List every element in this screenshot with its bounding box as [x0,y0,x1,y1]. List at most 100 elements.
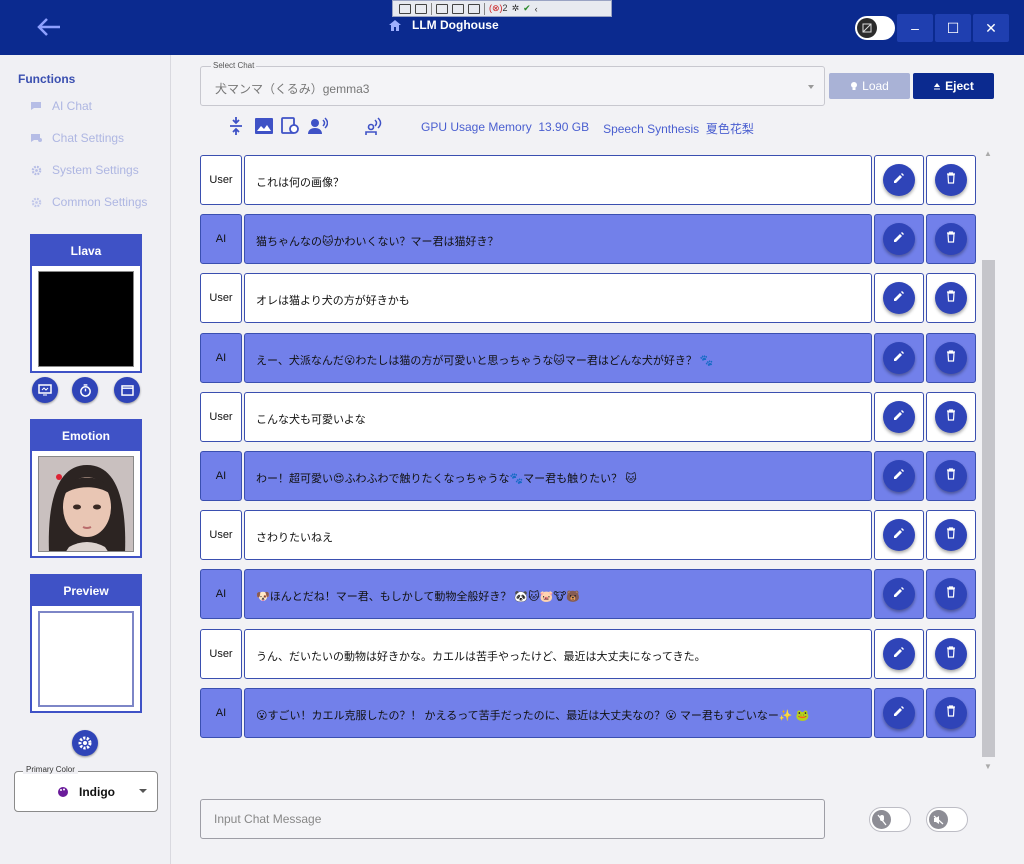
error-badge[interactable]: (⊗)2 [489,3,508,14]
trash-icon [946,526,956,544]
edit-message-button[interactable] [883,696,915,729]
edit-message-button[interactable] [883,637,915,670]
live-tree-icon[interactable] [399,3,411,14]
screen-capture-button[interactable] [32,377,58,403]
chat-message-input[interactable] [200,799,825,839]
video-icon[interactable] [415,3,427,14]
delete-message-button[interactable] [935,460,967,492]
functions-title: Functions [18,72,76,86]
gear-icon [78,736,92,750]
message-text[interactable]: 🐶ほんとだね！マー君、もしかして動物全般好き？ 🐼🐱🐷🐮🐻 [244,569,872,620]
dark-mode-icon [857,18,877,38]
edit-message-button[interactable] [883,341,915,374]
trash-icon [946,645,956,663]
maximize-button[interactable]: ☐ [935,14,971,42]
scroll-up-icon[interactable]: ▲ [984,149,992,158]
edit-message-button[interactable] [883,282,915,315]
error-count: 2 [502,3,508,13]
theme-toggle[interactable] [855,16,895,40]
sidebar-item-chat-settings[interactable]: Chat Settings [30,131,124,145]
eject-button[interactable]: Eject [913,73,994,99]
message-text[interactable]: 😮すごい！カエル克服したの？！ かえるって苦手だったのに、最近は大丈夫なの？😮 … [244,687,872,738]
edit-message-button[interactable] [883,223,915,256]
delete-message-button[interactable] [935,696,967,729]
message-text[interactable]: これは何の画像？ [244,155,872,205]
select-chat-dropdown[interactable]: Select Chat 犬マンマ（くるみ）gemma3 [200,61,825,106]
delete-message-button[interactable] [935,282,967,315]
close-button[interactable]: ✕ [973,14,1009,42]
message-role: User [200,510,242,561]
pencil-icon [893,171,905,189]
select-element-icon[interactable] [436,3,448,14]
pencil-icon [893,645,905,663]
track-focus-icon[interactable] [468,3,480,14]
message-text[interactable]: わー！超可愛い😍ふわふわで触りたくなっちゃうな🐾マー君も触りたい？ 🐱 [244,451,872,501]
accessibility-icon[interactable]: ✲ [512,3,520,14]
delete-message-cell [926,155,976,205]
message-text[interactable]: 猫ちゃんなの🐱かわいくない？マー君は猫好き？ [244,214,872,265]
edit-message-button[interactable] [883,164,915,196]
message-role: AI [200,569,242,620]
scroll-down-icon[interactable]: ▼ [984,762,992,771]
message-text[interactable]: オレは猫より犬の方が好きかも [244,273,872,324]
delete-message-button[interactable] [935,400,967,433]
ai-message-row: AI えー、犬派なんだ😮わたしは猫の方が可愛いと思っちゃうな🐱マー君はどんな犬が好… [200,332,985,383]
eject-icon [934,83,941,90]
delete-message-button[interactable] [935,578,967,611]
primary-color-select[interactable]: Primary Color Indigo [14,765,158,812]
llava-title: Llava [32,236,140,266]
trash-icon [946,230,956,248]
mic-toggle[interactable] [869,807,911,832]
pencil-icon [893,289,905,307]
image-search-button[interactable] [279,115,301,137]
delete-message-button[interactable] [935,223,967,256]
timer-button[interactable] [72,377,98,403]
edit-message-button[interactable] [883,519,915,552]
sidebar-item-common-settings[interactable]: Common Settings [30,195,147,209]
edit-message-button[interactable] [883,578,915,611]
voice-person-button[interactable] [307,115,329,137]
home-icon [389,19,401,31]
minimize-button[interactable]: – [897,14,933,42]
speech-button[interactable] [362,115,384,137]
sidebar-item-system-settings[interactable]: System Settings [30,163,139,177]
edit-message-cell [874,451,924,501]
message-text[interactable]: うん、だいたいの動物は好きかな。カエルは苦手やったけど、最近は大丈夫になってきた… [244,628,872,679]
speaker-toggle[interactable] [926,807,968,832]
message-role: AI [200,332,242,383]
scrollbar-thumb[interactable] [982,260,995,757]
chat-settings-icon [30,133,42,143]
delete-message-button[interactable] [935,519,967,552]
gpu-memory-value: 13.90 GB [538,120,590,134]
screen-capture-icon [38,384,52,396]
image-search-icon [281,117,299,134]
gear-icon [30,165,42,175]
image-button[interactable] [253,115,275,137]
edit-message-button[interactable] [883,460,915,492]
load-button[interactable]: Load [829,73,910,99]
adorner-icon[interactable] [452,3,464,14]
delete-message-cell [926,628,976,679]
sidebar-item-ai-chat[interactable]: AI Chat [30,99,92,113]
compress-rows-button[interactable] [225,115,247,137]
message-text[interactable]: えー、犬派なんだ😮わたしは猫の方が可愛いと思っちゃうな🐱マー君はどんな犬が好き？… [244,332,872,383]
back-button[interactable] [32,12,66,42]
vertical-align-center-icon [230,117,242,135]
trash-icon [946,585,956,603]
delete-message-button[interactable] [935,164,967,196]
edit-message-cell [874,569,924,620]
check-icon[interactable]: ✔ [523,3,531,14]
window-capture-button[interactable] [114,377,140,403]
edit-message-button[interactable] [883,400,915,433]
delete-message-button[interactable] [935,341,967,374]
message-role: User [200,273,242,324]
settings-button[interactable] [72,730,98,756]
message-text[interactable]: さわりたいねえ [244,510,872,561]
collapse-icon[interactable]: ‹ [535,4,538,14]
message-text[interactable]: こんな犬も可愛いよな [244,391,872,442]
message-role: User [200,628,242,679]
delete-message-cell [926,687,976,738]
delete-message-button[interactable] [935,637,967,670]
user-message-row: User うん、だいたいの動物は好きかな。カエルは苦手やったけど、最近は大丈夫にな… [200,628,985,679]
delete-message-cell [926,214,976,265]
